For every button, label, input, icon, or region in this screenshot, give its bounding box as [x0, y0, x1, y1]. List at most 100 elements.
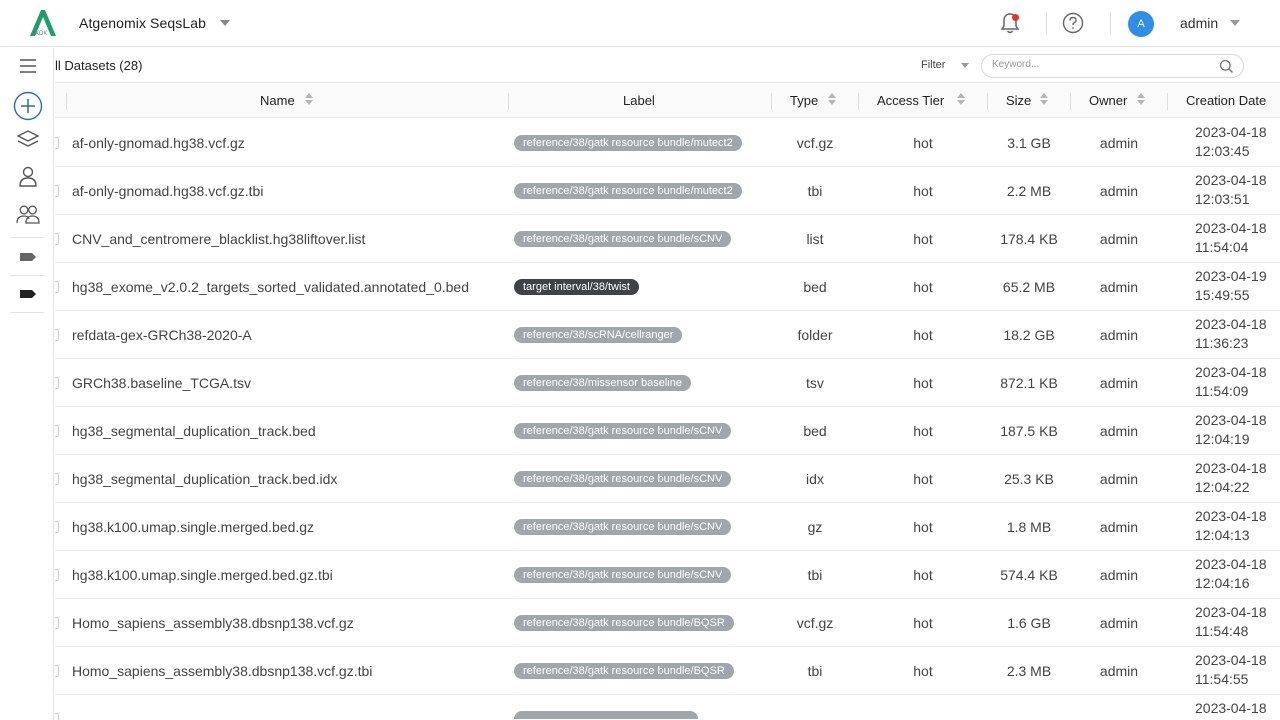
table-row[interactable]: refdata-gex-GRCh38-2020-A reference/38/sc… — [55, 311, 1280, 359]
sort-icon[interactable] — [828, 93, 836, 107]
row-checkbox[interactable] — [55, 425, 59, 437]
row-checkbox[interactable] — [55, 137, 59, 149]
user-menu-chevron-down-icon[interactable] — [1230, 20, 1240, 26]
column-header-type[interactable]: Type — [790, 84, 818, 118]
help-icon[interactable] — [1062, 12, 1084, 34]
row-checkbox[interactable] — [55, 281, 59, 293]
dataset-name[interactable]: hg38.k100.umap.single.merged.bed.gz — [72, 503, 314, 551]
label-tag[interactable]: reference/38/gatk resource bundle/sCNV — [514, 231, 732, 247]
user-icon[interactable] — [15, 164, 41, 190]
sort-icon[interactable] — [957, 93, 965, 107]
table-row[interactable]: af-only-gnomad.hg38.vcf.gz.tbi reference/… — [55, 167, 1280, 215]
table-row[interactable]: CNV_and_centromere_blacklist.hg38liftove… — [55, 215, 1280, 263]
label-tag[interactable]: target interval/38/twist — [514, 279, 639, 295]
search-box[interactable] — [981, 54, 1244, 78]
label-tag[interactable]: reference/38/gatk resource bundle/sCNV — [514, 471, 732, 487]
table-row[interactable]: hg38.k100.umap.single.merged.bed.gz refer… — [55, 503, 1280, 551]
creation-date: 2023-04-18 12:04:19 — [1195, 411, 1267, 451]
column-header-size[interactable]: Size — [1006, 84, 1031, 118]
label-tag[interactable]: reference/38/gatk resource bundle/BQSR — [514, 615, 734, 631]
row-checkbox[interactable] — [55, 185, 59, 197]
dataset-name[interactable]: hg38_exome_v2.0.2_targets_sorted_validat… — [72, 263, 469, 311]
header-divider — [1110, 12, 1111, 34]
dataset-name[interactable]: GRCh38.baseline_TCGA.tsv — [72, 359, 251, 407]
app-switcher-chevron-down-icon[interactable] — [220, 20, 230, 26]
label-tag[interactable]: reference/38/scRNA/cellranger — [514, 327, 683, 343]
column-header-name[interactable]: Name — [260, 84, 295, 118]
creation-date: 2023-04-18 11:54:48 — [1195, 603, 1267, 643]
creation-date: 2023-04-18 12:04:16 — [1195, 555, 1267, 595]
row-checkbox[interactable] — [55, 713, 59, 720]
label-tag[interactable]: reference/38/gatk resource bundle/BQSR — [514, 663, 734, 679]
label-tag-icon[interactable] — [15, 281, 41, 307]
column-header-access-tier[interactable]: Access Tier — [877, 84, 944, 118]
row-checkbox[interactable] — [55, 377, 59, 389]
row-checkbox[interactable] — [55, 329, 59, 341]
row-checkbox[interactable] — [55, 233, 59, 245]
table-row[interactable]: hg38_exome_v2.0.2_targets_sorted_validat… — [55, 263, 1280, 311]
dataset-size: 1.6 GB — [1007, 615, 1051, 631]
layers-icon[interactable] — [15, 127, 41, 153]
dataset-name[interactable]: af-only-gnomad.hg38.vcf.gz.tbi — [72, 167, 263, 215]
search-input[interactable] — [992, 59, 1212, 70]
sort-icon[interactable] — [1137, 93, 1145, 107]
sort-icon[interactable] — [305, 93, 313, 107]
atgenomix-logo-icon[interactable]: XDK — [26, 8, 60, 38]
column-header-creation-date[interactable]: Creation Date — [1186, 84, 1266, 118]
creation-date: 2023-04-18 12:04:13 — [1195, 507, 1267, 547]
access-tier: hot — [913, 279, 933, 295]
dataset-name[interactable]: hg38_segmental_duplication_track.bed.idx — [72, 455, 337, 503]
access-tier: hot — [913, 327, 933, 343]
dataset-owner: admin — [1099, 375, 1139, 391]
dataset-type: folder — [797, 327, 833, 343]
sidebar — [0, 48, 54, 720]
dataset-type: bed — [803, 279, 827, 295]
label-tag[interactable]: reference/38/gatk resource bundle/sCNV — [514, 567, 732, 583]
table-row[interactable]: hg38.k100.umap.single.merged.bed.gz.tbi r… — [55, 551, 1280, 599]
user-name[interactable]: admin — [1180, 15, 1218, 31]
row-checkbox[interactable] — [55, 617, 59, 629]
table-row[interactable]: hg38_segmental_duplication_track.bed refe… — [55, 407, 1280, 455]
row-checkbox[interactable] — [55, 569, 59, 581]
row-checkbox[interactable] — [55, 473, 59, 485]
table-row[interactable]: hg38_segmental_duplication_track.bed.idx… — [55, 455, 1280, 503]
dataset-name[interactable]: Homo_sapiens_assembly38.dbsnp138.vcf.gz — [72, 599, 354, 647]
sidebar-divider — [10, 275, 44, 276]
sort-icon[interactable] — [1040, 93, 1048, 107]
creation-date-time: 12:04:22 — [1195, 479, 1250, 495]
users-group-icon[interactable] — [15, 202, 41, 228]
label-tag[interactable]: reference/38/gatk resource bundle/sCNV — [514, 423, 732, 439]
add-circle-icon[interactable] — [13, 91, 43, 121]
column-header-owner[interactable]: Owner — [1089, 84, 1127, 118]
table-row[interactable]: af-only-gnomad.hg38.vcf.gz reference/38/g… — [55, 119, 1280, 167]
creation-date-day: 2023-04-18 — [1195, 364, 1267, 380]
label-tag-icon[interactable] — [15, 244, 41, 270]
datasets-table: Name Label Type Access Tier Size Owner C… — [55, 84, 1280, 720]
filter-dropdown[interactable]: Filter — [921, 59, 945, 71]
dataset-type: vcf.gz — [796, 135, 834, 151]
label-tag[interactable]: reference/38/missensor baseline — [514, 375, 691, 391]
dataset-type: bed — [803, 423, 827, 439]
label-tag[interactable]: reference/38/gatk resource bundle/mutect… — [514, 135, 742, 151]
dataset-type: list — [806, 231, 824, 247]
dataset-name[interactable]: CNV_and_centromere_blacklist.hg38liftove… — [72, 215, 365, 263]
dataset-name[interactable]: hg38_segmental_duplication_track.bed — [72, 407, 316, 455]
access-tier — [859, 695, 987, 720]
table-row[interactable]: Homo_sapiens_assembly38.dbsnp138.vcf.gz.… — [55, 647, 1280, 695]
label-tag[interactable]: reference/38/gatk resource bundle/sCNV — [514, 519, 732, 535]
dataset-name[interactable]: hg38.k100.umap.single.merged.bed.gz.tbi — [72, 551, 333, 599]
dataset-name[interactable]: af-only-gnomad.hg38.vcf.gz — [72, 119, 245, 167]
access-tier: hot — [913, 615, 933, 631]
app-title[interactable]: Atgenomix SeqsLab — [79, 15, 206, 31]
search-icon[interactable] — [1219, 59, 1234, 74]
row-checkbox[interactable] — [55, 521, 59, 533]
table-row[interactable]: Homo_sapiens_assembly38.dbsnp138.vcf.gz r… — [55, 599, 1280, 647]
hamburger-menu-icon[interactable] — [15, 53, 41, 79]
label-tag[interactable]: reference/38/gatk resource bundle/mutect… — [514, 183, 742, 199]
table-row[interactable]: GRCh38.baseline_TCGA.tsv reference/38/mis… — [55, 359, 1280, 407]
avatar[interactable]: A — [1128, 11, 1154, 37]
dataset-name[interactable]: refdata-gex-GRCh38-2020-A — [72, 311, 252, 359]
row-checkbox[interactable] — [55, 665, 59, 677]
dataset-name[interactable]: Homo_sapiens_assembly38.dbsnp138.vcf.gz.… — [72, 647, 372, 695]
filter-chevron-down-icon[interactable] — [961, 63, 969, 68]
